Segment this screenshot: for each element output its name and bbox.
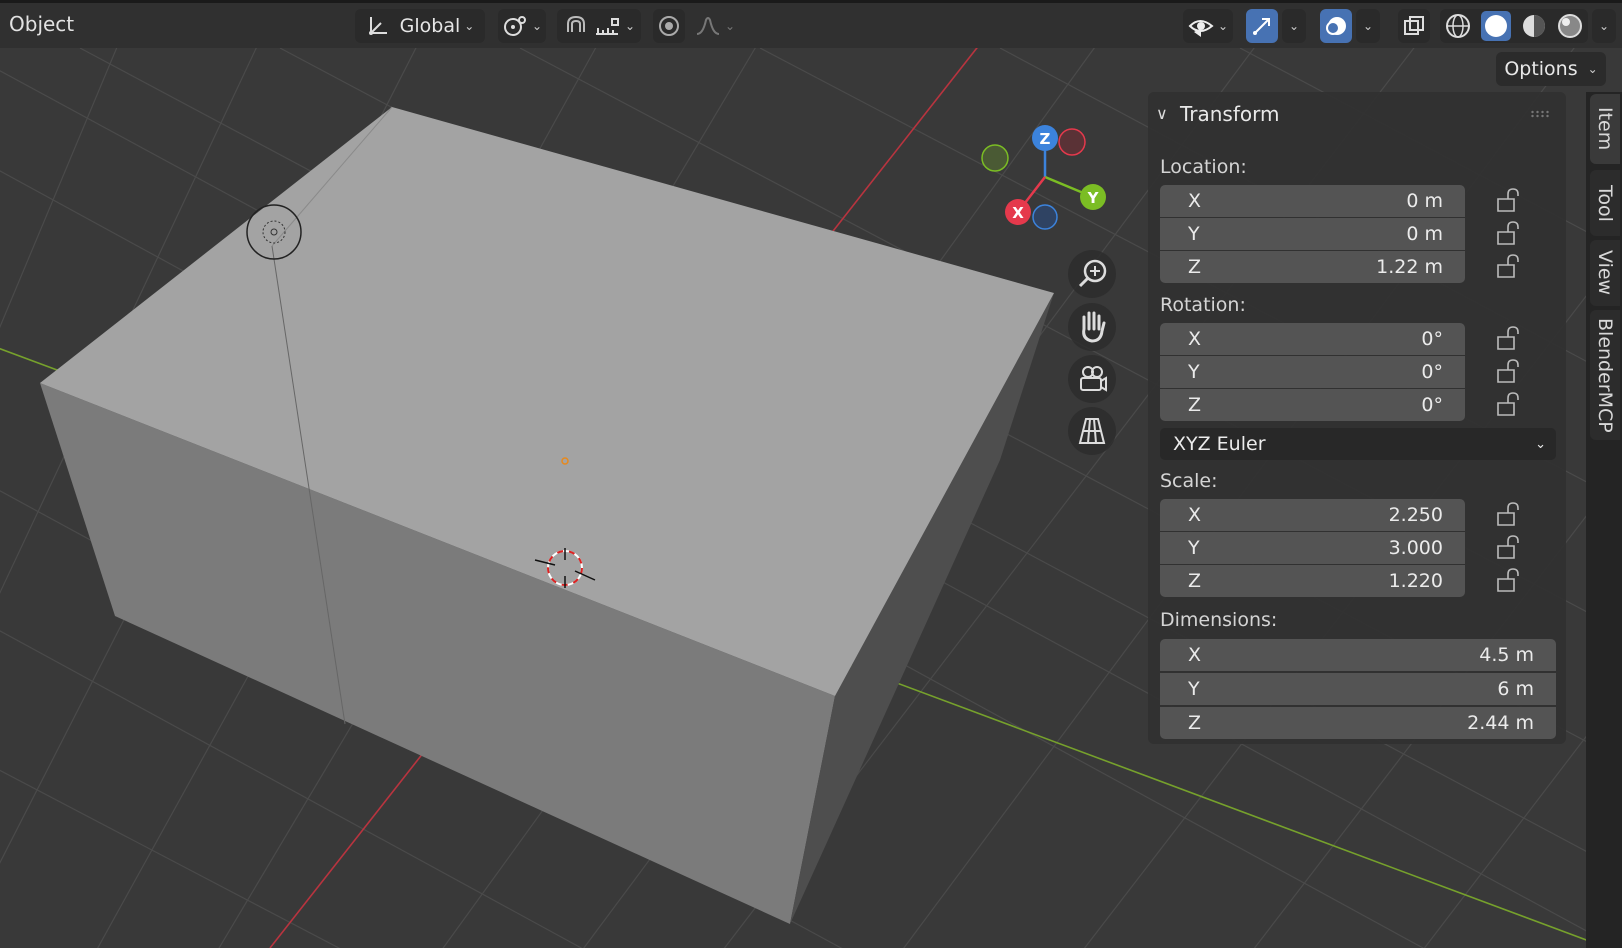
- rotation-z-field[interactable]: Z 0°: [1160, 389, 1465, 421]
- overlay-toggle[interactable]: [1320, 9, 1352, 43]
- gizmo-y-label: Y: [1087, 189, 1100, 207]
- visibility-dropdown[interactable]: ⌄: [1183, 9, 1233, 43]
- perspective-toggle-button[interactable]: [1068, 407, 1116, 455]
- lock-icon[interactable]: [1494, 358, 1524, 384]
- xray-icon: [1404, 16, 1424, 35]
- grid-perspective-icon: [1078, 418, 1106, 444]
- gizmo-neg-z[interactable]: [1032, 204, 1058, 230]
- xray-toggle[interactable]: [1398, 9, 1430, 43]
- tab-tool[interactable]: Tool: [1590, 170, 1620, 236]
- transform-panel: ∨ Transform Location: X0 m Y0 m Z 1.22 m …: [1148, 92, 1566, 744]
- lock-icon[interactable]: [1494, 220, 1524, 246]
- solid-shading-icon[interactable]: [1481, 11, 1511, 41]
- location-y-field[interactable]: Y0 m: [1160, 218, 1465, 250]
- pivot-icon: [503, 16, 526, 36]
- lock-icon[interactable]: [1494, 501, 1524, 527]
- snap-increment-icon: [595, 18, 619, 35]
- dimensions-label: Dimensions:: [1160, 609, 1278, 631]
- gizmo-dropdown[interactable]: ⌄: [1282, 9, 1306, 43]
- orientation-label: Global: [399, 15, 461, 37]
- overlay-icon: [1326, 17, 1346, 35]
- drag-grip-icon[interactable]: [1530, 110, 1550, 118]
- gizmo-neg-x[interactable]: [1058, 128, 1086, 156]
- panel-title[interactable]: Transform: [1180, 102, 1279, 126]
- orientation-dropdown[interactable]: Global ⌄: [355, 9, 485, 43]
- camera-view-button[interactable]: [1068, 355, 1116, 403]
- scale-label: Scale:: [1160, 470, 1218, 492]
- dimensions-z-field[interactable]: Z 2.44 m: [1160, 707, 1556, 739]
- gizmo-x-label: X: [1012, 204, 1024, 222]
- pan-button[interactable]: [1068, 303, 1116, 351]
- chevron-down-icon: ⌄: [1598, 19, 1610, 33]
- hand-icon: [1082, 311, 1106, 343]
- zoom-button[interactable]: [1068, 250, 1116, 298]
- zoom-icon: [1078, 259, 1107, 288]
- proportional-edit-toggle[interactable]: [653, 9, 685, 43]
- scale-z-field[interactable]: Z 1.220: [1160, 565, 1465, 597]
- chevron-down-icon: ⌄: [1587, 62, 1598, 76]
- rendered-shading-icon[interactable]: [1557, 13, 1583, 39]
- dimensions-x-field[interactable]: X 4.5 m: [1160, 639, 1556, 671]
- gizmo-z-label: Z: [1040, 130, 1051, 148]
- gizmo-toggle[interactable]: [1246, 9, 1278, 43]
- chevron-down-icon: ⌄: [531, 19, 543, 33]
- chevron-down-icon: ⌄: [624, 19, 636, 33]
- chevron-down-icon: ⌄: [724, 19, 736, 33]
- location-z-field[interactable]: Z 1.22 m: [1160, 251, 1465, 283]
- collapse-chevron-icon[interactable]: ∨: [1156, 104, 1168, 123]
- proportional-edit-icon: [659, 16, 679, 36]
- tab-blendermcp[interactable]: BlenderMCP: [1590, 310, 1620, 440]
- shading-dropdown[interactable]: ⌄: [1592, 9, 1616, 43]
- location-label: Location:: [1160, 156, 1247, 178]
- mode-selector[interactable]: Object: [9, 12, 74, 36]
- lock-icon[interactable]: [1494, 567, 1524, 593]
- chevron-down-icon: ⌄: [1362, 19, 1374, 33]
- transform-orientation-icon: [368, 17, 387, 35]
- location-x-field[interactable]: X0 m: [1160, 185, 1465, 217]
- sidebar-tabs: Item Tool View BlenderMCP: [1586, 92, 1622, 948]
- chevron-down-icon: ⌄: [1217, 19, 1229, 33]
- scale-x-field[interactable]: X 2.250: [1160, 499, 1465, 531]
- gizmo-icon: [1253, 18, 1270, 35]
- pivot-dropdown[interactable]: ⌄: [498, 9, 546, 43]
- lock-icon[interactable]: [1494, 187, 1524, 213]
- chevron-down-icon: ⌄: [464, 19, 475, 33]
- chevron-down-icon: ⌄: [1535, 436, 1546, 452]
- gizmo-neg-y[interactable]: [981, 144, 1009, 172]
- rotation-x-field[interactable]: X 0°: [1160, 323, 1465, 355]
- visibility-icon: [1188, 20, 1214, 37]
- falloff-dropdown[interactable]: ⌄: [693, 9, 737, 43]
- lock-icon[interactable]: [1494, 325, 1524, 351]
- dimensions-y-field[interactable]: Y6 m: [1160, 673, 1556, 705]
- rotation-y-field[interactable]: Y 0°: [1160, 356, 1465, 388]
- tab-item[interactable]: Item: [1590, 94, 1620, 164]
- cube-object[interactable]: [40, 106, 1054, 924]
- lock-icon[interactable]: [1494, 391, 1524, 417]
- options-label: Options: [1504, 58, 1578, 80]
- camera-icon: [1080, 366, 1107, 392]
- material-shading-icon[interactable]: [1521, 13, 1547, 39]
- tab-view[interactable]: View: [1590, 240, 1620, 306]
- rotation-label: Rotation:: [1160, 294, 1246, 316]
- options-dropdown[interactable]: Options ⌄: [1496, 52, 1606, 86]
- snap-icon: [566, 15, 585, 32]
- shading-modes[interactable]: [1440, 9, 1588, 43]
- wireframe-shading-icon[interactable]: [1445, 13, 1471, 39]
- lock-icon[interactable]: [1494, 253, 1524, 279]
- viewport-header: Object Global ⌄ ⌄ ⌄ ⌄ ⌄ ⌄ ⌄ ⌄: [0, 0, 1622, 48]
- falloff-icon: [696, 17, 720, 35]
- rotation-mode-dropdown[interactable]: XYZ Euler ⌄: [1160, 428, 1556, 460]
- overlay-dropdown[interactable]: ⌄: [1356, 9, 1380, 43]
- snap-controls[interactable]: ⌄: [557, 9, 641, 43]
- lock-icon[interactable]: [1494, 534, 1524, 560]
- scale-y-field[interactable]: Y 3.000: [1160, 532, 1465, 564]
- chevron-down-icon: ⌄: [1288, 19, 1300, 33]
